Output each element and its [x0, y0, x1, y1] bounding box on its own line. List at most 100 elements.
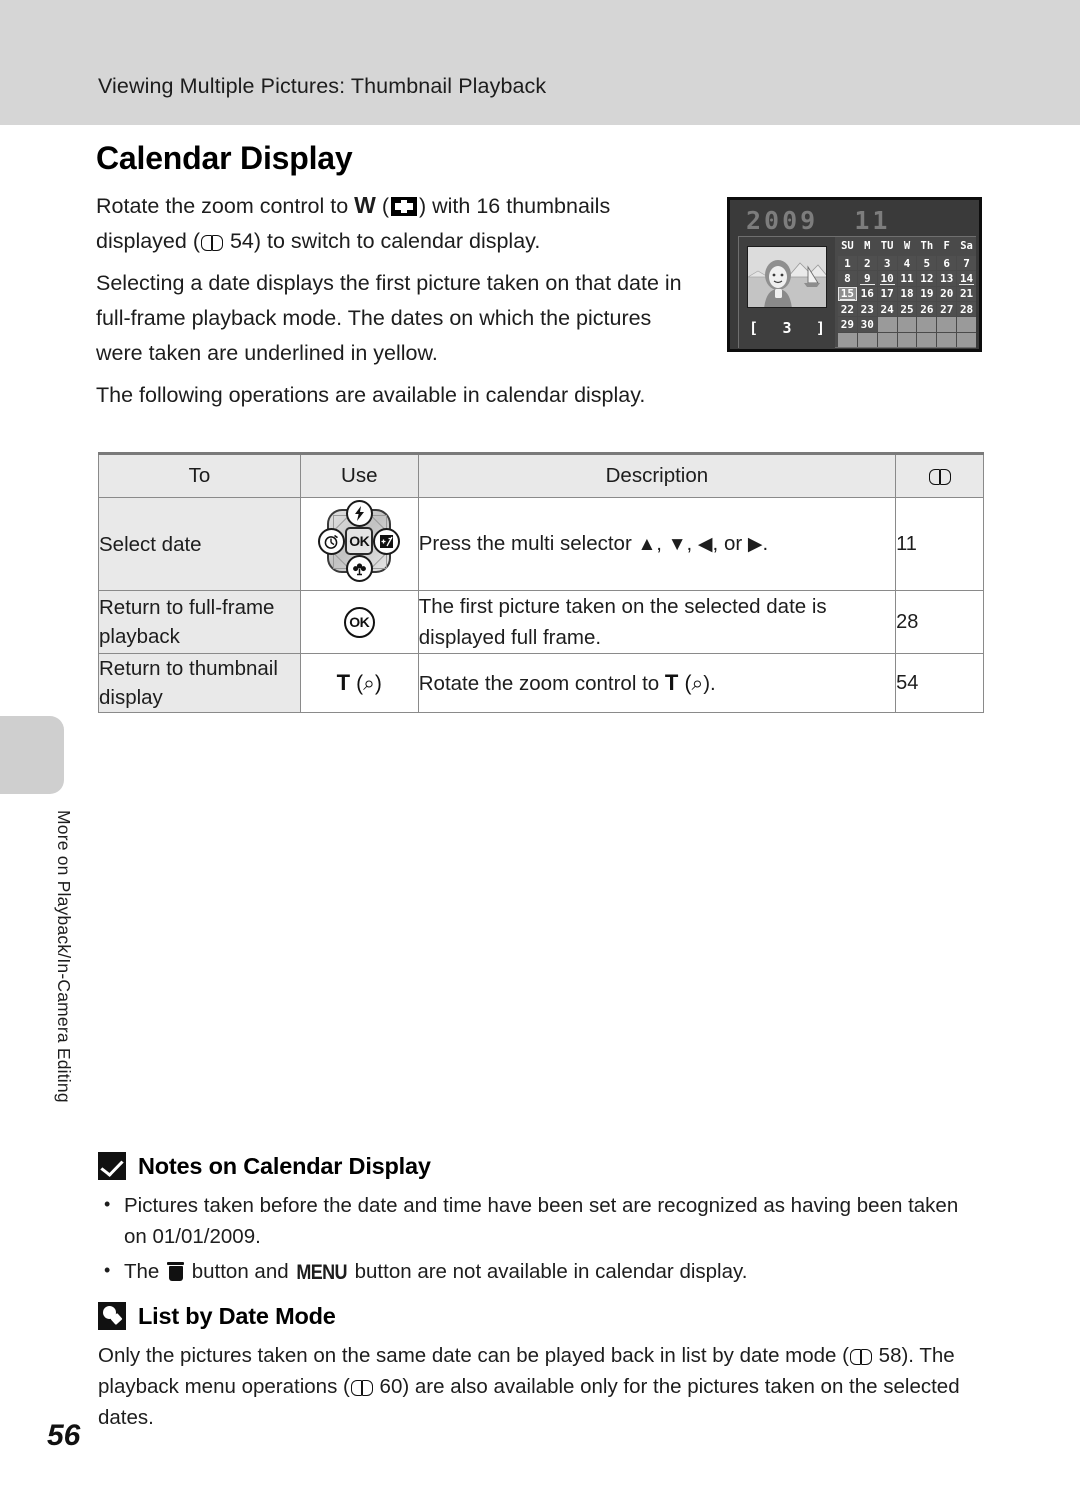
calendar-day-cell[interactable]: 20: [937, 286, 957, 301]
calendar-day-cell[interactable]: 30: [857, 317, 877, 332]
calendar-day-header: F: [943, 240, 950, 253]
calendar-day-cell[interactable]: 9: [857, 271, 877, 286]
chapter-label: More on Playback/In-Camera Editing: [54, 810, 74, 1103]
calendar-day-cell[interactable]: 15: [838, 286, 857, 301]
book-icon: [350, 1378, 373, 1396]
calendar-day-cell[interactable]: 23: [857, 301, 877, 317]
calendar-empty-cell: [877, 317, 897, 332]
menu-button-icon: MENU: [296, 1260, 347, 1284]
counter-bracket-open: [: [749, 319, 759, 337]
calendar-day-cell[interactable]: 17: [877, 286, 897, 301]
tele-letter: T: [336, 670, 351, 695]
table-row: Return to thumbnail display T (⌕) Rotate…: [98, 653, 984, 713]
calendar-day-cell[interactable]: 5: [917, 256, 937, 271]
macro-mode-icon: [345, 555, 373, 582]
list-by-date-heading-text: List by Date Mode: [138, 1302, 336, 1329]
calendar-day-cell[interactable]: 10: [877, 271, 897, 286]
row3-desc-part-a: Rotate the zoom control to: [418, 672, 665, 695]
calendar-day-cell[interactable]: 2: [857, 256, 877, 271]
calendar-day-cell[interactable]: 4: [897, 256, 917, 271]
lbd-ref-1: 58: [878, 1344, 902, 1367]
self-timer-icon: [318, 527, 346, 555]
list-by-date-section: List by Date Mode Only the pictures take…: [98, 1302, 986, 1433]
row2-control: OK: [299, 590, 419, 654]
calendar-day-cell[interactable]: 24: [877, 301, 897, 317]
calendar-day-cell[interactable]: 3: [877, 256, 897, 271]
delete-trash-icon: [167, 1261, 185, 1281]
calendar-day-cell[interactable]: 22: [838, 301, 857, 317]
calendar-day-cell[interactable]: 7: [957, 256, 976, 271]
calendar-empty-cell: [917, 317, 937, 332]
calendar-empty-cell: [857, 332, 877, 347]
thumbnail-grid-icon: [391, 197, 417, 216]
calendar-day-cell[interactable]: 8: [838, 271, 857, 286]
calendar-day-header: TU: [880, 240, 894, 253]
column-header-reference: [895, 453, 984, 498]
flash-mode-icon: [345, 500, 373, 527]
row2-description: The first picture taken on the selected …: [417, 590, 897, 654]
calendar-empty-cell: [917, 332, 937, 347]
calendar-day-cell[interactable]: 11: [897, 271, 917, 286]
calendar-day-header: W: [903, 240, 911, 253]
calendar-day-cell[interactable]: 29: [838, 317, 857, 332]
notes-heading-text: Notes on Calendar Display: [138, 1152, 431, 1179]
row1-reference-page: 11: [895, 497, 984, 591]
paragraph-3: The following operations are available i…: [96, 383, 646, 407]
flash-glyph: [354, 506, 364, 521]
table-row: Select date OK Press the multi selector …: [98, 497, 984, 591]
table-row: Return to full-frame playback OK The fir…: [98, 590, 984, 654]
lcd-calendar-grid: SU M TU W Th F Sa 1 2 3 4 5 6 7 8 9 10 11 12 13 14 15 16 17 18 19…: [837, 237, 977, 349]
calendar-day-cell[interactable]: 6: [937, 256, 957, 271]
intro-text-block: Rotate the zoom control to W () with 16 …: [96, 188, 696, 420]
table-header-row: To Use Description: [98, 453, 984, 498]
notes-section: Notes on Calendar Display Pictures taken…: [98, 1152, 986, 1292]
calendar-empty-cell: [937, 317, 957, 332]
calendar-day-cell[interactable]: 19: [917, 286, 937, 301]
calendar-day-cell[interactable]: 21: [957, 286, 976, 301]
calendar-day-cell[interactable]: 1: [838, 256, 857, 271]
calendar-day-cell[interactable]: 25: [897, 301, 917, 317]
column-header-to: To: [98, 453, 301, 498]
lcd-year-value: 2009: [746, 206, 819, 235]
list-by-date-heading: List by Date Mode: [98, 1302, 986, 1330]
calendar-day-cell[interactable]: 14: [957, 271, 976, 286]
calendar-empty-cell: [957, 332, 976, 347]
paragraph-1: Rotate the zoom control to W () with 16 …: [96, 192, 611, 253]
zoom-wide-letter: W: [354, 192, 376, 218]
calendar-empty-cell: [877, 332, 897, 347]
calendar-day-cell[interactable]: 18: [897, 286, 917, 301]
lcd-sample-photo: [747, 246, 827, 308]
lcd-month-value: 11: [854, 206, 891, 235]
arrow-right-icon: ▶: [747, 534, 763, 555]
calendar-day-cell[interactable]: 28: [957, 301, 976, 317]
calendar-day-cell[interactable]: 16: [857, 286, 877, 301]
camera-lcd-illustration: 2009 11 [3] SU M TU W Th F Sa 1 2 3 4 …: [727, 197, 982, 352]
notes-bullet-list: Pictures taken before the date and time …: [98, 1189, 986, 1288]
calendar-empty-cell: [897, 332, 917, 347]
calendar-day-cell[interactable]: 13: [937, 271, 957, 286]
counter-value: 3: [782, 319, 792, 337]
list-item: The button and MENU button are not avail…: [98, 1255, 986, 1288]
page-number: 56: [47, 1419, 81, 1452]
arrow-up-icon: ▲: [637, 534, 657, 555]
lcd-year-month: 2009 11: [746, 206, 890, 235]
calendar-day-cell[interactable]: 12: [917, 271, 937, 286]
calendar-day-cell[interactable]: 26: [917, 301, 937, 317]
column-header-use: Use: [299, 453, 419, 498]
book-icon: [200, 233, 223, 251]
row1-control: OK: [299, 497, 419, 591]
chapter-thumb-tab: [0, 716, 64, 794]
ok-button-icon: OK: [345, 527, 374, 555]
calendar-empty-cell: [957, 317, 976, 332]
calendar-day-header: Th: [920, 240, 934, 253]
bullet2-part-c: button are not available in calendar dis…: [348, 1260, 748, 1283]
row1-description: Press the multi selector ▲, ▼, ◀, or ▶.: [417, 497, 897, 591]
timer-glyph: [324, 534, 339, 549]
exposure-compensation-icon: [373, 527, 401, 555]
exposure-glyph: [380, 534, 394, 548]
paragraph-1-part-c: ) to switch to calendar display.: [253, 229, 541, 253]
sample-photo-drawing: [748, 247, 826, 307]
notes-heading: Notes on Calendar Display: [98, 1152, 986, 1180]
check-box-icon: [98, 1152, 126, 1180]
calendar-day-cell[interactable]: 27: [937, 301, 957, 317]
